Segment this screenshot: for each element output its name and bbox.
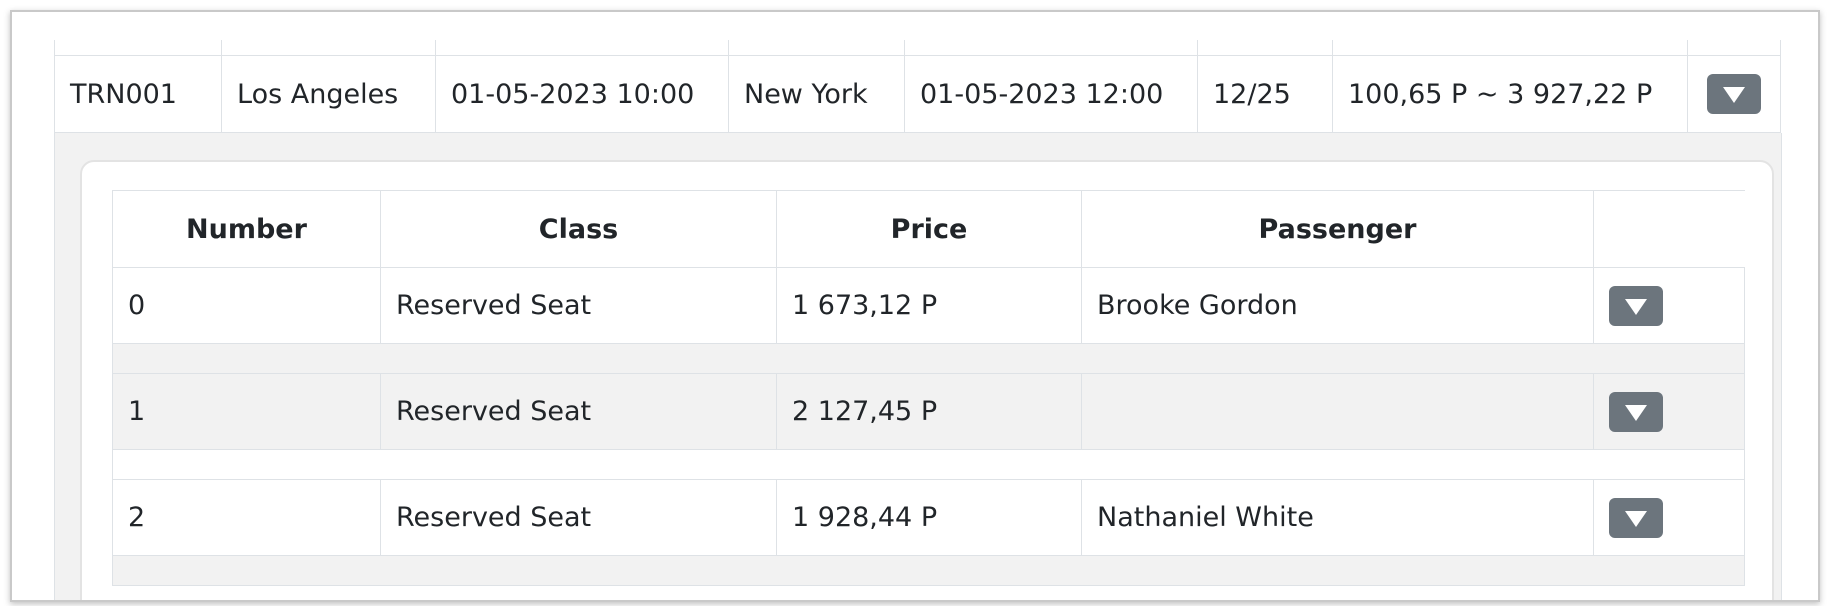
ticket-price: 1 673,12 P: [776, 267, 1082, 344]
ticket-detail-spacer: [112, 343, 1745, 374]
trip-departure-time: 01-05-2023 10:00: [435, 55, 729, 133]
ticket-row[interactable]: 0 Reserved Seat 1 673,12 P Brooke Gordon: [112, 267, 1745, 344]
ticket-class: Reserved Seat: [380, 267, 777, 344]
trip-arrival-time: 01-05-2023 12:00: [904, 55, 1198, 133]
ticket-actions: [1593, 267, 1745, 344]
trips-table: TRN001 Los Angeles 01-05-2023 10:00 New …: [54, 40, 1781, 133]
ticket-detail-spacer: [112, 555, 1745, 586]
ticket-number: 0: [112, 267, 381, 344]
caret-down-icon: [1723, 87, 1745, 103]
trip-expand-cell: [1687, 55, 1781, 133]
caret-down-icon: [1625, 404, 1647, 421]
ticket-row[interactable]: 2 Reserved Seat 1 928,44 P Nathaniel Whi…: [112, 479, 1745, 556]
ticket-class: Reserved Seat: [380, 373, 777, 450]
header-class: Class: [380, 190, 777, 268]
tickets-header-row: Number Class Price Passenger: [112, 190, 1745, 268]
screenshot-frame: TRN001 Los Angeles 01-05-2023 10:00 New …: [10, 10, 1820, 602]
ticket-expand-button[interactable]: [1609, 391, 1663, 432]
header-number: Number: [112, 190, 381, 268]
ticket-passenger: Nathaniel White: [1081, 479, 1594, 556]
caret-down-icon: [1625, 510, 1647, 527]
ticket-row[interactable]: 1 Reserved Seat 2 127,45 P: [112, 373, 1745, 450]
trip-price-range: 100,65 P ~ 3 927,22 P: [1332, 55, 1688, 133]
ticket-number: 2: [112, 479, 381, 556]
header-actions: [1593, 190, 1745, 268]
tickets-table: Number Class Price Passenger 0 Reserved …: [112, 190, 1745, 586]
trip-expand-button[interactable]: [1707, 74, 1761, 114]
header-price: Price: [776, 190, 1082, 268]
ticket-price: 2 127,45 P: [776, 373, 1082, 450]
trip-seats: 12/25: [1197, 55, 1333, 133]
ticket-detail-spacer: [112, 449, 1745, 480]
caret-down-icon: [1625, 298, 1647, 315]
ticket-actions: [1593, 373, 1745, 450]
ticket-number: 1: [112, 373, 381, 450]
previous-row-stub: [54, 40, 1781, 56]
trip-destination: New York: [728, 55, 905, 133]
ticket-expand-button[interactable]: [1609, 497, 1663, 538]
trip-origin: Los Angeles: [221, 55, 436, 133]
ticket-passenger: [1081, 373, 1594, 450]
trip-row[interactable]: TRN001 Los Angeles 01-05-2023 10:00 New …: [54, 55, 1781, 133]
ticket-expand-button[interactable]: [1609, 285, 1663, 326]
ticket-price: 1 928,44 P: [776, 479, 1082, 556]
ticket-passenger: Brooke Gordon: [1081, 267, 1594, 344]
ticket-actions: [1593, 479, 1745, 556]
ticket-class: Reserved Seat: [380, 479, 777, 556]
trip-code: TRN001: [54, 55, 222, 133]
header-passenger: Passenger: [1081, 190, 1594, 268]
